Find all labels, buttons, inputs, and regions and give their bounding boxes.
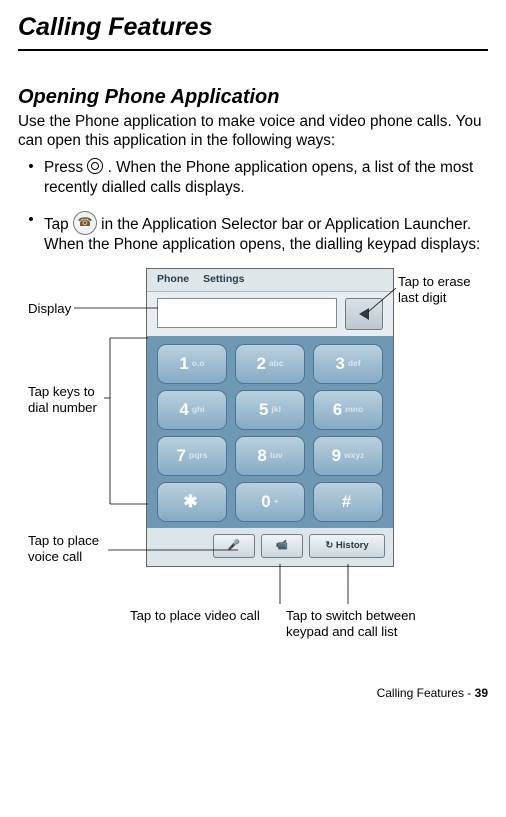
section-title: Opening Phone Application: [18, 85, 488, 110]
key-sub: jkl: [272, 404, 281, 415]
bullet-text: Tap in the Application Selector bar or A…: [44, 211, 488, 254]
press-key-icon: [87, 158, 103, 174]
key-sub: mno: [345, 404, 363, 415]
page-footer: Calling Features - 39: [18, 686, 488, 701]
display-row: [147, 292, 393, 336]
page-number: 39: [475, 686, 488, 700]
title-rule: [18, 49, 488, 51]
key-sub: wxyz: [344, 450, 364, 461]
video-icon: 📹: [276, 540, 288, 553]
intro-text: Use the Phone application to make voice …: [18, 112, 488, 150]
video-call-button[interactable]: 📹: [261, 534, 303, 558]
key-8[interactable]: 8 tuv: [235, 436, 305, 476]
bullet-post: . When the Phone application opens, a li…: [44, 159, 473, 195]
key-star[interactable]: ✱: [157, 482, 227, 522]
key-num: 9: [332, 445, 341, 466]
bullet-text: Press . When the Phone application opens…: [44, 158, 488, 196]
bullet-list: • Press . When the Phone application ope…: [18, 158, 488, 253]
key-0[interactable]: 0+: [235, 482, 305, 522]
dial-keypad: 1 o.o 2 abc 3 def 4 ghi 5 jkl 6mno 7pqrs 8 tuv…: [147, 336, 393, 528]
label-dial: Tap keys to dial number: [28, 384, 108, 416]
erase-button[interactable]: [345, 298, 383, 330]
key-hash[interactable]: #: [313, 482, 383, 522]
tab-phone[interactable]: Phone: [157, 273, 189, 286]
key-num: 4: [179, 399, 188, 420]
key-2[interactable]: 2 abc: [235, 344, 305, 384]
key-sub: pqrs: [189, 450, 207, 461]
history-label: ↻ History: [325, 540, 368, 552]
key-4[interactable]: 4 ghi: [157, 390, 227, 430]
bullet-pre: Tap: [44, 216, 73, 233]
phone-app-screenshot: Phone Settings 1 o.o 2 abc 3 def 4 ghi 5 jkl …: [146, 268, 394, 567]
key-num: 8: [257, 445, 266, 466]
history-button[interactable]: ↻ History: [309, 534, 385, 558]
key-3[interactable]: 3 def: [313, 344, 383, 384]
key-sub: +: [274, 496, 279, 507]
key-sub: o.o: [192, 358, 205, 369]
key-sub: tuv: [270, 450, 283, 461]
page-title: Calling Features: [18, 12, 488, 43]
dialed-number-display: [157, 298, 337, 328]
voice-call-button[interactable]: 🎤: [213, 534, 255, 558]
bottom-bar: 🎤 📹 ↻ History: [147, 528, 393, 566]
annotated-diagram: Phone Settings 1 o.o 2 abc 3 def 4 ghi 5 jkl …: [18, 268, 488, 678]
bullet-marker: •: [18, 211, 44, 254]
bullet-marker: •: [18, 158, 44, 196]
tab-settings[interactable]: Settings: [203, 273, 244, 286]
key-num: ✱: [183, 491, 197, 512]
key-1[interactable]: 1 o.o: [157, 344, 227, 384]
key-sub: def: [348, 358, 361, 369]
key-num: 6: [333, 399, 342, 420]
bullet-post: in the Application Selector bar or Appli…: [44, 216, 480, 253]
key-sub: abc: [269, 358, 284, 369]
footer-text: Calling Features -: [377, 686, 475, 700]
label-erase: Tap to erase last digit: [398, 274, 488, 306]
bullet-pre: Press: [44, 159, 87, 176]
app-tabbar: Phone Settings: [147, 269, 393, 292]
phone-app-icon: [73, 211, 97, 235]
key-num: 0: [261, 491, 270, 512]
mic-icon: 🎤: [228, 540, 240, 553]
key-num: 3: [335, 353, 344, 374]
key-num: 7: [177, 445, 186, 466]
bullet-item: • Tap in the Application Selector bar or…: [18, 211, 488, 254]
key-num: 2: [256, 353, 265, 374]
key-7[interactable]: 7pqrs: [157, 436, 227, 476]
back-arrow-icon: [359, 308, 369, 320]
key-num: #: [342, 491, 351, 512]
key-5[interactable]: 5 jkl: [235, 390, 305, 430]
key-sub: ghi: [192, 404, 205, 415]
key-num: 5: [259, 399, 268, 420]
label-display: Display: [28, 301, 71, 317]
key-num: 1: [179, 353, 188, 374]
bullet-item: • Press . When the Phone application ope…: [18, 158, 488, 196]
label-place-video: Tap to place video call: [130, 608, 260, 624]
label-history: Tap to switch between keypad and call li…: [286, 608, 426, 640]
key-6[interactable]: 6mno: [313, 390, 383, 430]
label-place-voice: Tap to place voice call: [28, 533, 118, 565]
key-9[interactable]: 9wxyz: [313, 436, 383, 476]
